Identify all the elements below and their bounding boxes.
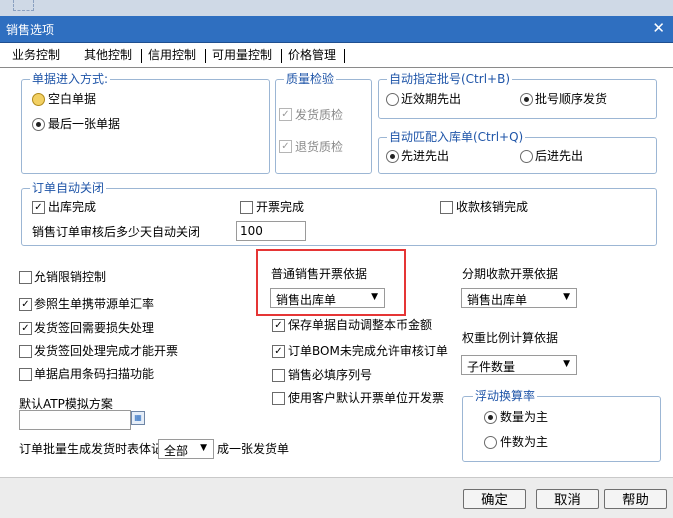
bom-incomplete-checkbox[interactable]: ✓ bbox=[272, 345, 285, 358]
close-icon[interactable]: ✕ bbox=[652, 19, 665, 37]
tab-other-control[interactable]: 其他控制 bbox=[82, 45, 134, 66]
entry-blank-radio[interactable] bbox=[32, 93, 45, 106]
float-quantity-label: 数量为主 bbox=[500, 410, 549, 424]
batch-gen-suffix: 成一张发货单 bbox=[217, 442, 290, 456]
batch-sequence-radio[interactable] bbox=[520, 93, 533, 106]
match-fifo-radio[interactable] bbox=[386, 150, 399, 163]
quality-group: 质量检验 bbox=[275, 72, 372, 174]
close-invoiced-label: 开票完成 bbox=[256, 200, 305, 214]
tab-price-management[interactable]: 价格管理 bbox=[286, 45, 338, 66]
return-qc-checkbox[interactable]: ✓ bbox=[279, 140, 292, 153]
close-outbound-checkbox[interactable]: ✓ bbox=[32, 201, 45, 214]
ratio-select[interactable]: 子件数量 ▼ bbox=[461, 355, 577, 375]
barcode-scan-checkbox[interactable] bbox=[19, 368, 32, 381]
batch-gen-prefix: 订单批量生成发货时表体记录 bbox=[19, 442, 176, 456]
sales-limit-label: 允销限销控制 bbox=[34, 270, 107, 284]
help-button[interactable]: 帮助 bbox=[604, 489, 667, 509]
shipping-qc-checkbox[interactable]: ✓ bbox=[279, 108, 292, 121]
barcode-scan-label: 单据启用条码扫描功能 bbox=[34, 367, 155, 381]
match-lifo-label: 后进先出 bbox=[535, 149, 584, 163]
atp-input[interactable] bbox=[19, 410, 131, 430]
chevron-down-icon: ▼ bbox=[563, 292, 570, 302]
serial-required-checkbox[interactable] bbox=[272, 369, 285, 382]
chevron-down-icon: ▼ bbox=[563, 359, 570, 369]
serial-required-label: 销售必填序列号 bbox=[288, 368, 373, 382]
ratio-label: 权重比例计算依据 bbox=[462, 331, 559, 345]
signback-loss-label: 发货签回需要损失处理 bbox=[34, 321, 155, 335]
match-lifo-radio[interactable] bbox=[520, 150, 533, 163]
float-pieces-radio[interactable] bbox=[484, 436, 497, 449]
signback-loss-checkbox[interactable]: ✓ bbox=[19, 322, 32, 335]
match-fifo-label: 先进先出 bbox=[401, 149, 450, 163]
close-invoiced-checkbox[interactable] bbox=[240, 201, 253, 214]
signback-invoice-checkbox[interactable] bbox=[19, 345, 32, 358]
entry-last-radio[interactable] bbox=[32, 118, 45, 131]
float-unit-title: 浮动换算率 bbox=[473, 389, 538, 403]
batch-gen-select[interactable]: 全部 ▼ bbox=[158, 439, 214, 459]
adjust-amount-label: 保存单据自动调整本币金额 bbox=[288, 318, 433, 332]
chevron-down-icon: ▼ bbox=[200, 443, 207, 453]
window-title: 销售选项 bbox=[6, 23, 55, 37]
tab-business-control[interactable]: 业务控制 bbox=[10, 45, 62, 66]
cancel-button[interactable]: 取消 bbox=[536, 489, 599, 509]
shipping-qc-label: 发货质检 bbox=[295, 108, 344, 122]
installment-select[interactable]: 销售出库单 ▼ bbox=[461, 288, 577, 308]
auto-close-title: 订单自动关闭 bbox=[30, 181, 107, 195]
return-qc-label: 退货质检 bbox=[295, 140, 344, 154]
tab-availability-control[interactable]: 可用量控制 bbox=[210, 45, 274, 66]
tab-bar: 业务控制 其他控制 信用控制 可用量控制 价格管理 bbox=[0, 45, 673, 67]
float-pieces-label: 件数为主 bbox=[500, 435, 549, 449]
quality-title: 质量检验 bbox=[284, 72, 337, 86]
float-unit-group: 浮动换算率 bbox=[462, 389, 661, 462]
ref-exchange-rate-label: 参照生单携带源单汇率 bbox=[34, 297, 155, 311]
default-invoice-unit-checkbox[interactable] bbox=[272, 392, 285, 405]
signback-invoice-label: 发货签回处理完成才能开票 bbox=[34, 344, 179, 358]
close-receipt-checkbox[interactable] bbox=[440, 201, 453, 214]
close-days-label: 销售订单审核后多少天自动关闭 bbox=[32, 225, 201, 239]
batch-title: 自动指定批号(Ctrl+B) bbox=[387, 72, 513, 86]
atp-label: 默认ATP模拟方案 bbox=[19, 397, 113, 411]
highlight-box bbox=[256, 249, 406, 316]
desktop-icon-placeholder bbox=[13, 0, 34, 11]
batch-sequence-label: 批号顺序发货 bbox=[535, 92, 608, 106]
default-invoice-unit-label: 使用客户默认开票单位开发票 bbox=[288, 391, 445, 405]
ref-exchange-rate-checkbox[interactable]: ✓ bbox=[19, 298, 32, 311]
batch-near-expiry-label: 近效期先出 bbox=[401, 92, 462, 106]
sales-limit-checkbox[interactable] bbox=[19, 271, 32, 284]
entry-blank-label: 空白单据 bbox=[48, 92, 97, 106]
float-quantity-radio[interactable] bbox=[484, 411, 497, 424]
batch-near-expiry-radio[interactable] bbox=[386, 93, 399, 106]
adjust-amount-checkbox[interactable]: ✓ bbox=[272, 319, 285, 332]
title-bar: 销售选项 ✕ bbox=[0, 16, 673, 43]
bom-incomplete-label: 订单BOM未完成允许审核订单 bbox=[288, 344, 448, 358]
ok-button[interactable]: 确定 bbox=[463, 489, 526, 509]
match-title: 自动匹配入库单(Ctrl+Q) bbox=[387, 130, 526, 144]
close-outbound-label: 出库完成 bbox=[48, 200, 97, 214]
entry-mode-title: 单据进入方式: bbox=[30, 72, 111, 86]
tab-credit-control[interactable]: 信用控制 bbox=[146, 45, 198, 66]
close-days-input[interactable]: 100 bbox=[236, 221, 306, 241]
installment-label: 分期收款开票依据 bbox=[462, 267, 559, 281]
close-receipt-label: 收款核销完成 bbox=[456, 200, 529, 214]
tab-divider bbox=[0, 67, 673, 68]
entry-last-label: 最后一张单据 bbox=[48, 117, 121, 131]
calendar-icon[interactable]: ▦ bbox=[131, 411, 145, 425]
